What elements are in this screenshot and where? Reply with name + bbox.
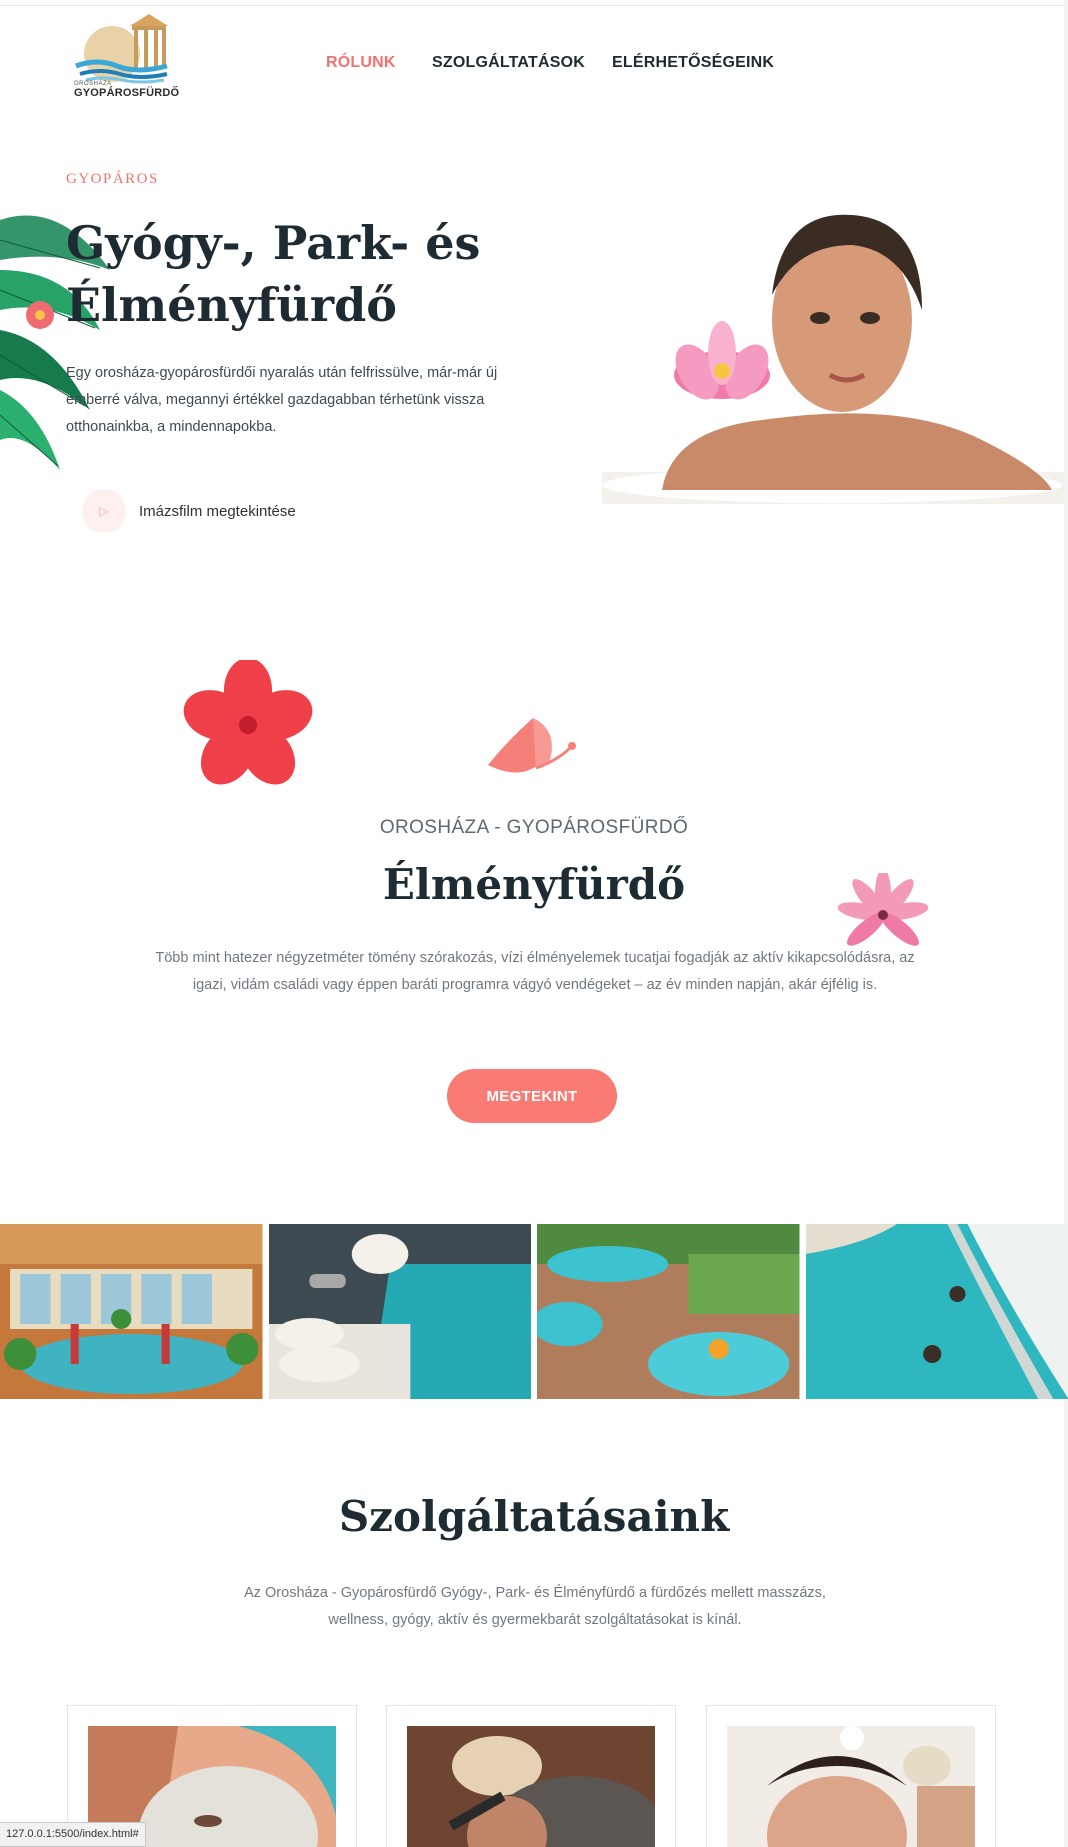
nav-item-szolgaltatasok[interactable]: SZOLGÁLTATÁSOK bbox=[432, 54, 585, 72]
gallery-photo-spa-towels[interactable] bbox=[268, 1224, 531, 1399]
service-image-herbal-massage bbox=[727, 1726, 975, 1847]
nav-item-rolunk[interactable]: RÓLUNK bbox=[326, 54, 396, 72]
hero-title: Gyógy-, Park- és Élményfürdő bbox=[66, 216, 481, 332]
gallery-photo-pool-swimmers[interactable] bbox=[805, 1224, 1068, 1399]
hero-description: Egy orosháza-gyopárosfürdői nyaralás utá… bbox=[66, 365, 498, 435]
service-image-clay-mask bbox=[407, 1726, 655, 1847]
service-card-mask[interactable] bbox=[386, 1705, 676, 1847]
nav-item-elerhetosegeink[interactable]: ELÉRHETŐSÉGEINK bbox=[612, 54, 774, 72]
photo-gallery bbox=[0, 1224, 1068, 1399]
scrollbar[interactable] bbox=[1064, 0, 1068, 1847]
experience-title: Élményfürdő bbox=[382, 860, 686, 909]
play-icon: ▷ bbox=[99, 504, 109, 518]
red-flower-decoration bbox=[183, 660, 313, 785]
services-description: Az Orosháza - Gyopárosfürdő Gyógy-, Park… bbox=[244, 1585, 826, 1628]
butterfly-icon bbox=[488, 718, 576, 773]
hero-eyebrow: GYOPÁROS bbox=[66, 171, 159, 187]
hero-spa-woman-image bbox=[602, 214, 1064, 504]
megtekint-button[interactable]: MEGTEKINT bbox=[447, 1069, 617, 1123]
gallery-photo-indoor-pool[interactable] bbox=[0, 1224, 263, 1399]
experience-description: Több mint hatezer négyzetméter tömény sz… bbox=[155, 950, 915, 993]
play-label[interactable]: Imázsfilm megtekintése bbox=[139, 503, 296, 520]
browser-status-bar: 127.0.0.1:5500/index.html# bbox=[0, 1822, 146, 1847]
service-card-massage[interactable] bbox=[706, 1705, 996, 1847]
gallery-photo-outdoor-pools[interactable] bbox=[537, 1224, 800, 1399]
experience-eyebrow: OROSHÁZA - GYOPÁROSFÜRDŐ bbox=[379, 817, 689, 838]
services-title: Szolgáltatásaink bbox=[338, 1492, 730, 1541]
play-button[interactable]: ▷ bbox=[82, 489, 126, 533]
top-divider bbox=[0, 5, 1068, 6]
logo-title: GYOPÁROSFÜRDŐ bbox=[74, 87, 180, 99]
